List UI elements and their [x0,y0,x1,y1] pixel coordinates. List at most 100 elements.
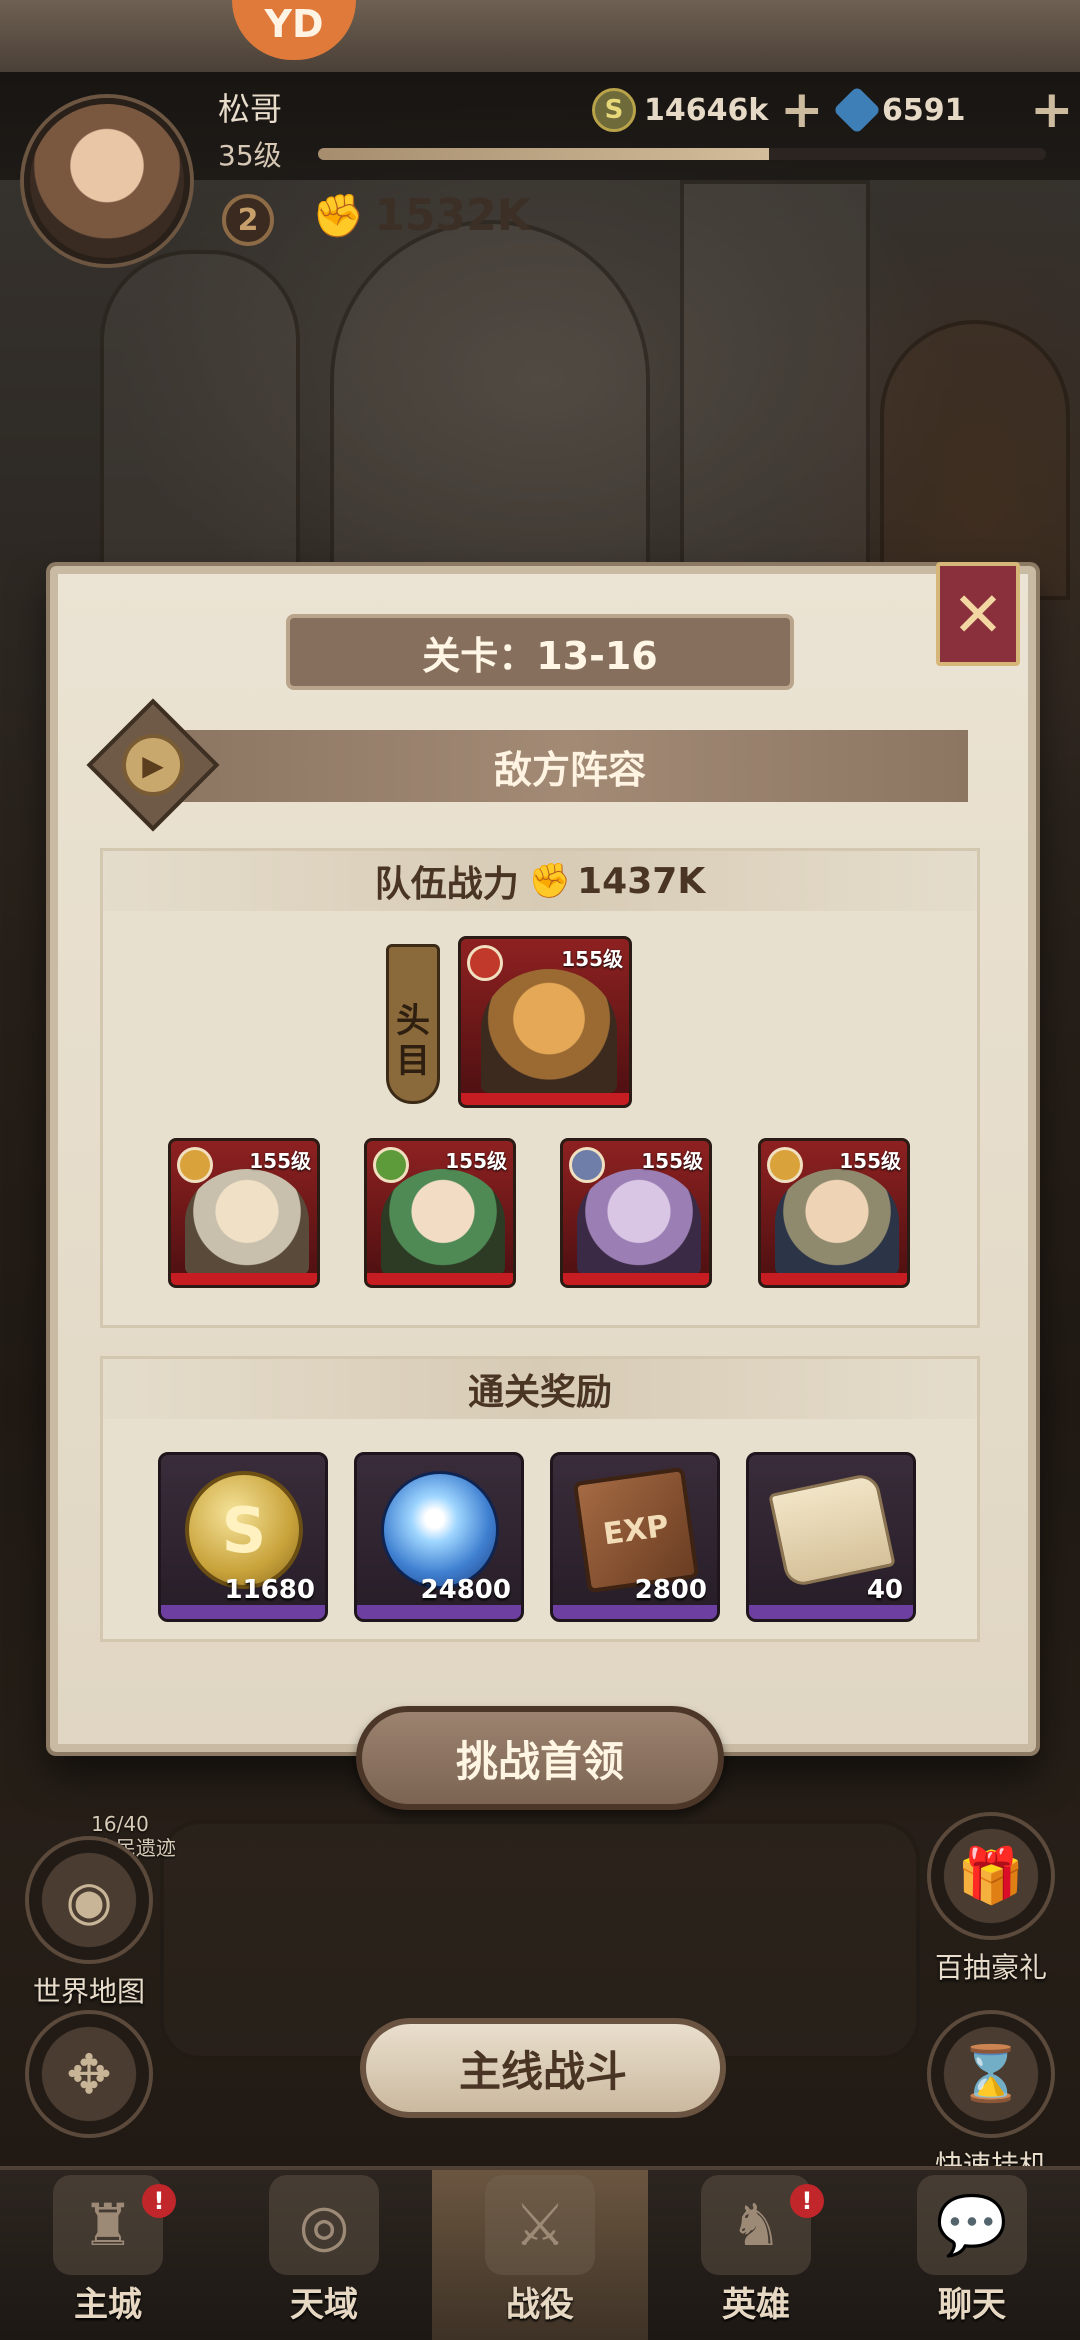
nav-item-chat[interactable]: 💬 聊天 [864,2170,1080,2340]
rewards-header: 通关奖励 [103,1359,977,1419]
close-icon: ✕ [952,577,1004,651]
gold-counter: S 14646k [592,86,768,134]
quick-idle-button[interactable]: ⌛ 快速挂机 [916,2010,1066,2184]
reward-item[interactable]: 40 [746,1452,916,1622]
gold-value: 14646k [644,92,769,128]
nav-item-main-city[interactable]: ♜ 主城 ! [0,2170,216,2340]
nav-label: 主城 [74,2285,142,2325]
boss-hero-card[interactable]: 155级 [458,936,632,1108]
gold-coin-icon: S [179,1471,309,1589]
gift-label: 百抽豪礼 [934,1951,1047,1984]
enemy-hero-card[interactable]: 155级 [168,1138,320,1288]
add-diamond-button[interactable]: + [1030,84,1074,136]
team-power-header: 队伍战力 ✊ 1437K [103,851,977,911]
reward-quantity: 2800 [634,1575,707,1605]
top-bar: YD [0,0,1080,72]
vip-badge[interactable]: 2 [222,194,274,246]
card-base [461,1093,629,1105]
diamond-value: 6591 [882,92,966,128]
reward-quantity: 11680 [224,1575,315,1605]
faction-icon [569,1147,605,1183]
scroll-art [768,1471,896,1589]
hero-level: 155级 [561,947,623,971]
hero-portrait [185,1169,309,1275]
map-scroll-icon: ◎ [269,2175,379,2275]
enemy-hero-card[interactable]: 155级 [758,1138,910,1288]
main-battle-button[interactable]: 主线战斗 [360,2018,726,2118]
hero-portrait [381,1169,505,1275]
player-power: ✊ 1532K [312,190,531,241]
faction-icon [767,1147,803,1183]
faction-fire-icon [467,945,503,981]
play-replay-button[interactable]: ▶ [122,734,184,796]
nav-item-sky-realm[interactable]: ◎ 天域 [216,2170,432,2340]
card-base [761,1273,907,1285]
exp-book-icon: EXP [571,1466,701,1594]
enemy-lineup-banner: 敌方阵容 [172,730,968,802]
coin-glyph: S [185,1471,303,1589]
diamond-icon [832,85,882,135]
reward-quantity: 40 [866,1575,903,1605]
hero-level: 155级 [249,1149,311,1173]
play-icon: ▶ [142,748,164,782]
fist-icon: ✊ [528,861,572,901]
reward-item[interactable]: 24800 [354,1452,524,1622]
hero-level: 155级 [839,1149,901,1173]
alert-badge: ! [790,2184,824,2218]
hero-level: 155级 [641,1149,703,1173]
faction-icon [373,1147,409,1183]
diamond-counter: 6591 [832,85,966,135]
formation-button[interactable]: ✥ [14,2010,164,2138]
shield-swords-icon: ⚔ [485,2175,595,2275]
card-base [563,1273,709,1285]
chat-bubble-icon: 💬 [917,2175,1027,2275]
stage-title: 关卡：13-16 [286,614,794,690]
nav-item-campaign[interactable]: ⚔ 战役 [432,2170,648,2340]
player-level: 35级 [218,139,282,172]
close-button[interactable]: ✕ [936,562,1020,666]
faction-icon [177,1147,213,1183]
reward-base [749,1605,913,1619]
gold-coin-icon: S [592,88,636,132]
hero-level: 155级 [445,1149,507,1173]
player-power-value: 1532K [374,190,531,241]
enemy-hero-card[interactable]: 155级 [560,1138,712,1288]
hourglass-icon: ⌛ [927,2010,1055,2138]
world-map-button[interactable]: ◉ 世界地图 [14,1836,164,2010]
reward-base [161,1605,325,1619]
team-power-label: 队伍战力 [374,864,519,905]
reward-base [553,1605,717,1619]
reward-base [357,1605,521,1619]
team-power-value: 1437K [577,860,706,902]
nav-item-heroes[interactable]: ♞ 英雄 ! [648,2170,864,2340]
bottom-nav: ♜ 主城 ! ◎ 天域 ⚔ 战役 ♞ 英雄 ! 💬 聊天 [0,2166,1080,2340]
nav-label: 天域 [290,2285,358,2325]
nav-label: 聊天 [938,2285,1006,2325]
add-gold-button[interactable]: + [780,84,824,136]
spirit-orb-icon [375,1471,505,1589]
leopard-portrait [481,969,617,1093]
card-base [171,1273,317,1285]
reward-item[interactable]: S 11680 [158,1452,328,1622]
challenge-boss-button[interactable]: 挑战首领 [356,1706,724,1810]
player-avatar[interactable] [24,98,190,264]
reward-quantity: 24800 [420,1575,511,1605]
world-map-icon: ◉ [25,1836,153,1964]
boss-tag: 头目 [386,944,440,1104]
scroll-icon [767,1471,897,1589]
alert-badge: ! [142,2184,176,2218]
orb-art [381,1471,499,1589]
world-map-label: 世界地图 [32,1975,145,2008]
gift-button[interactable]: 🎁 百抽豪礼 [916,1812,1066,1986]
reward-item[interactable]: EXP 2800 [550,1452,720,1622]
hero-portrait [577,1169,701,1275]
xp-bar-fill [318,148,770,160]
fist-icon: ✊ [312,190,365,240]
gift-box-icon: 🎁 [927,1812,1055,1940]
xp-bar [318,148,1046,160]
enemy-hero-card[interactable]: 155级 [364,1138,516,1288]
player-name: 松哥 [218,90,283,128]
nav-label: 战役 [506,2285,574,2325]
card-base [367,1273,513,1285]
app-logo: YD [232,0,356,60]
